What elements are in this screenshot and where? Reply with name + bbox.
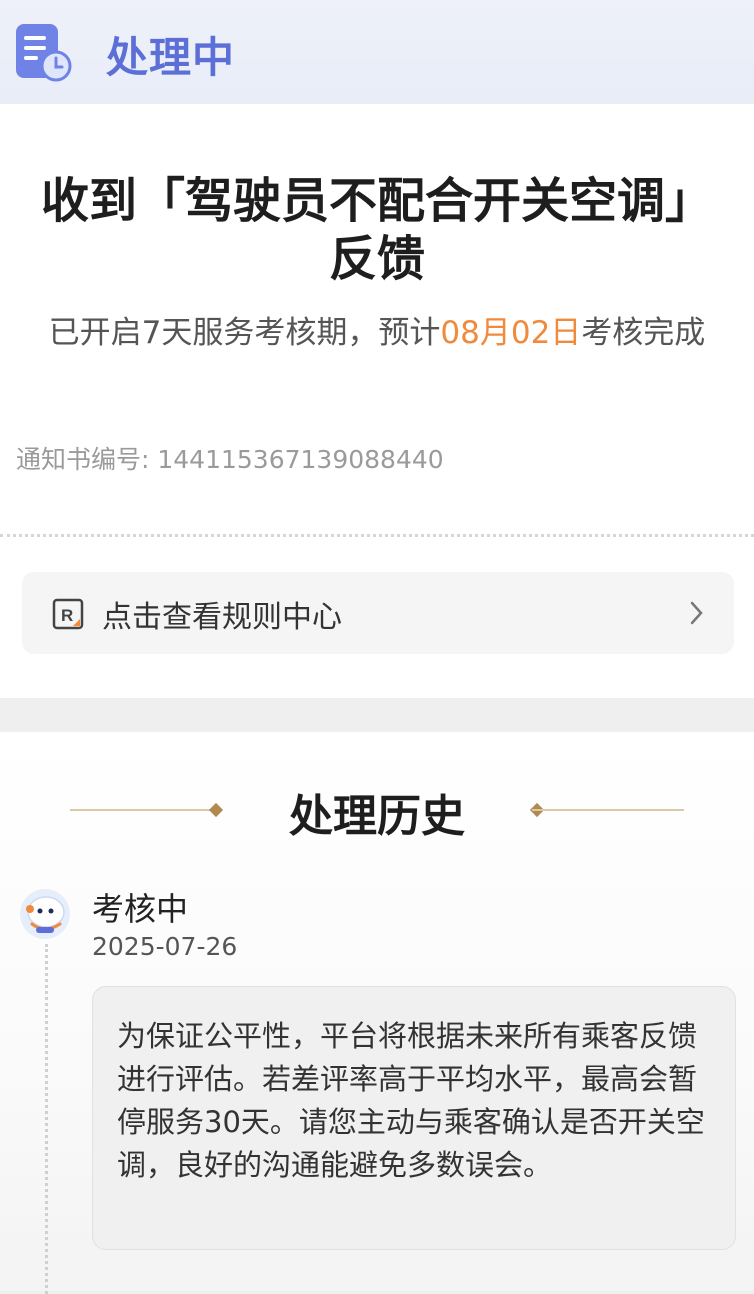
history-title: 处理历史 [289,791,465,842]
svg-text:R: R [61,606,73,625]
notice-subline: 已开启7天服务考核期，预计08月02日考核完成 [36,310,718,356]
chevron-right-icon [690,601,703,625]
review-end-date: 08月02日 [440,315,582,351]
status-title: 处理中 [106,33,236,82]
entry-status: 考核中 [92,890,189,928]
timeline-line [45,944,48,1294]
rule-center-label: 点击查看规则中心 [102,600,342,635]
subline-suffix: 考核完成 [581,315,706,351]
rule-book-icon: R [52,598,84,630]
subline-prefix: 已开启7天服务考核期，预计 [48,315,441,351]
status-header: 处理中 [0,0,754,104]
notice-headline: 收到「驾驶员不配合开关空调」反馈 [40,173,713,287]
notice-card: 收到「驾驶员不配合开关空调」反馈 已开启7天服务考核期，预计08月02日考核完成… [0,104,754,698]
robot-agent-avatar [20,889,70,939]
rule-center-link[interactable]: R 点击查看规则中心 [22,572,734,654]
notice-number: 通知书编号: 1441153671390884​40 [16,445,444,474]
title-ornament-right [532,809,684,811]
entry-date: 2025-07-26 [92,932,238,961]
document-clock-icon [16,24,72,82]
dotted-divider [0,534,754,537]
entry-message: 为保证公平性，平台将根据未来所有乘客反馈进行评估。若差评率高于平均水平，最高会暂… [92,986,736,1250]
history-card: 处理历史 考核中 2025-07-26 为保证公平性，平台将根据未来所有乘客反馈… [0,732,754,1294]
